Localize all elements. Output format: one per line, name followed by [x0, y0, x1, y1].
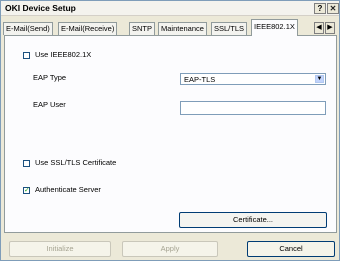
tab-scroll-right-icon[interactable]: ▶ [325, 22, 335, 34]
close-button[interactable]: ✕ [327, 3, 339, 14]
help-button[interactable]: ? [314, 3, 326, 14]
eap-type-select[interactable]: EAP-TLS ▼ [180, 73, 326, 85]
tab-sntp[interactable]: SNTP [129, 22, 156, 35]
window-title: OKI Device Setup [5, 3, 76, 13]
use-ieee8021x-checkbox[interactable] [23, 52, 30, 59]
authenticate-server-checkbox[interactable]: ✓ [23, 187, 30, 194]
authenticate-server-label: Authenticate Server [35, 185, 101, 194]
tab-scroll-left-icon[interactable]: ◀ [314, 22, 324, 34]
apply-button[interactable]: Apply [122, 241, 218, 257]
tab-ieee8021x[interactable]: IEEE802.1X [251, 19, 298, 36]
use-ssl-tls-certificate-label: Use SSL/TLS Certificate [35, 158, 117, 167]
certificate-button[interactable]: Certificate... [179, 212, 327, 228]
eap-user-input[interactable] [180, 101, 326, 115]
initialize-button[interactable]: Initialize [9, 241, 111, 257]
eap-type-value: EAP-TLS [184, 75, 216, 84]
eap-user-label: EAP User [33, 100, 66, 109]
tab-email-receive[interactable]: E-Mail(Receive) [58, 22, 118, 35]
tab-email-send[interactable]: E-Mail(Send) [3, 22, 53, 35]
tab-maintenance[interactable]: Maintenance [158, 22, 207, 35]
title-bar: OKI Device Setup ? ✕ [1, 1, 339, 16]
tab-ssl-tls[interactable]: SSL/TLS [211, 22, 248, 35]
ieee8021x-panel: Use IEEE802.1X EAP Type EAP-TLS ▼ EAP Us… [4, 35, 337, 233]
use-ssl-tls-certificate-checkbox[interactable] [23, 160, 30, 167]
eap-type-label: EAP Type [33, 73, 67, 82]
use-ieee8021x-label: Use IEEE802.1X [35, 50, 92, 59]
chevron-down-icon: ▼ [315, 75, 324, 83]
tab-strip: E-Mail(Send) E-Mail(Receive) SNTP Mainte… [3, 19, 337, 36]
dialog-window: OKI Device Setup ? ✕ E-Mail(Send) E-Mail… [0, 0, 340, 261]
cancel-button[interactable]: Cancel [247, 241, 335, 257]
